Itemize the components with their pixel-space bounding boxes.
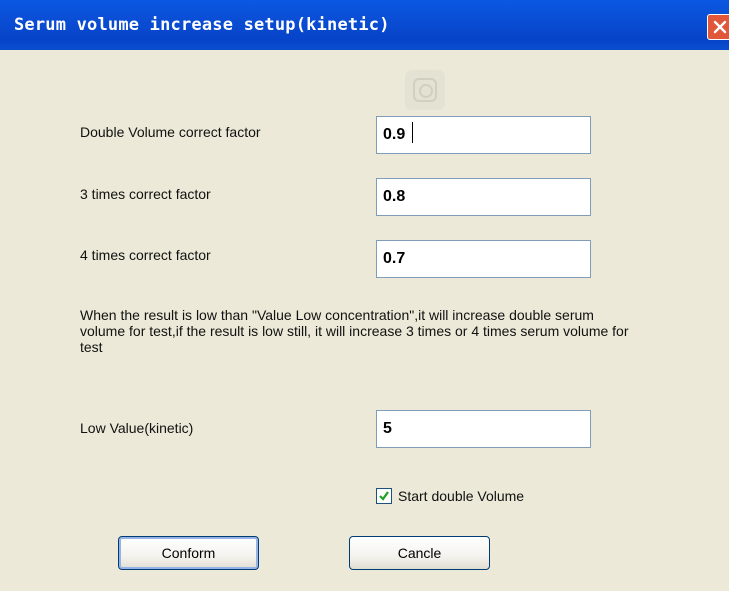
description-text: When the result is low than "Value Low c… xyxy=(80,307,629,355)
title-bar[interactable]: Serum volume increase setup(kinetic) xyxy=(0,0,729,50)
text-cursor xyxy=(412,122,413,143)
checkmark-icon xyxy=(379,491,389,501)
window-title: Serum volume increase setup(kinetic) xyxy=(14,15,390,35)
app-icon xyxy=(405,70,445,110)
four-times-label: 4 times correct factor xyxy=(80,247,211,263)
dialog-window: Serum volume increase setup(kinetic) Dou… xyxy=(0,0,729,591)
conform-button[interactable]: Conform xyxy=(118,536,259,570)
double-volume-factor-input[interactable] xyxy=(376,116,591,154)
close-button[interactable] xyxy=(707,14,729,40)
four-times-factor-input[interactable] xyxy=(376,240,591,278)
three-times-factor-input[interactable] xyxy=(376,178,591,216)
low-value-input[interactable] xyxy=(376,410,591,448)
cancle-button[interactable]: Cancle xyxy=(349,536,490,570)
close-icon xyxy=(713,20,727,34)
three-times-label: 3 times correct factor xyxy=(80,186,211,202)
double-volume-label: Double Volume correct factor xyxy=(80,124,261,140)
start-double-volume-label: Start double Volume xyxy=(398,488,525,504)
low-value-label: Low Value(kinetic) xyxy=(80,420,194,436)
start-double-volume-option[interactable]: Start double Volume xyxy=(376,486,524,506)
start-double-volume-checkbox[interactable] xyxy=(376,488,392,504)
